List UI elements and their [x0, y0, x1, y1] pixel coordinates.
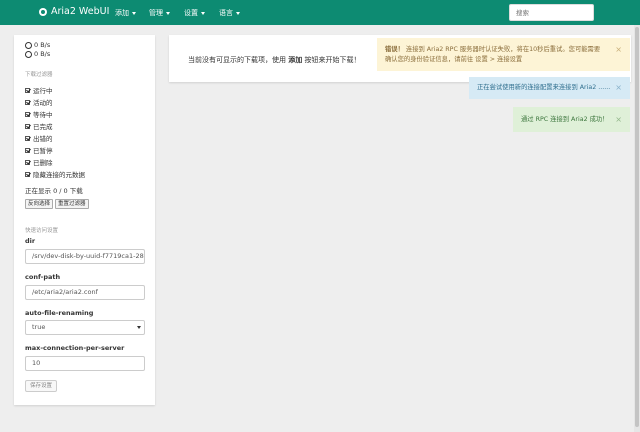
- connecting-info-toast: 正在尝试使用新的连接配置来连接到 Aria2 ...... ×: [469, 77, 630, 99]
- chevron-down-icon: [236, 11, 240, 15]
- upload-speed: 0 B/s: [25, 50, 50, 58]
- search-input[interactable]: [509, 4, 594, 21]
- filter-active[interactable]: 活动的: [25, 97, 53, 107]
- filter-label: 已完成: [33, 123, 53, 131]
- message-text: 按钮来开始下载！: [304, 56, 361, 64]
- filter-hide-metadata[interactable]: 隐藏连接的元数据: [25, 169, 85, 179]
- success-text: 通过 RPC 连接到 Aria2 成功！: [521, 116, 609, 123]
- warning-line-2: 确认您的身份验证信息，请前往 设置 > 连接设置: [385, 56, 523, 63]
- sidebar: 0 B/s 0 B/s 下载过滤器 运行中 活动的 等待中 已完成 出错的 已暂…: [14, 35, 155, 405]
- filter-section-title: 下载过滤器: [25, 72, 53, 78]
- filter-paused[interactable]: 已暂停: [25, 145, 53, 155]
- download-arrow-icon: [25, 41, 32, 49]
- empty-downloads-message: 当前没有可显示的下载项，使用 添加 按钮来开始下载！: [188, 55, 360, 65]
- filter-waiting[interactable]: 等待中: [25, 109, 53, 119]
- option-label: conf-path: [25, 273, 61, 281]
- download-speed-value: 0 B/s: [34, 41, 51, 49]
- auto-file-renaming-select[interactable]: true: [25, 320, 145, 335]
- filter-label: 出错的: [33, 135, 53, 143]
- max-connection-input[interactable]: 10: [25, 356, 145, 371]
- dir-input[interactable]: /srv/dev-disk-by-uuid-f7719ca1-28(: [25, 249, 145, 264]
- checkbox-checked-icon[interactable]: [25, 123, 30, 129]
- reverse-selection-button[interactable]: 反向选择: [25, 199, 54, 209]
- filter-label: 已暂停: [33, 147, 53, 155]
- filter-label: 等待中: [33, 111, 53, 119]
- menu-add[interactable]: 添加: [115, 8, 136, 18]
- reset-filter-button[interactable]: 重置过滤器: [55, 199, 89, 209]
- chevron-down-icon: [166, 11, 170, 15]
- option-label: dir: [25, 237, 36, 245]
- chevron-down-icon: [201, 11, 205, 15]
- checkbox-checked-icon[interactable]: [25, 159, 30, 165]
- filter-label: 活动的: [33, 99, 53, 107]
- info-text: 正在尝试使用新的连接配置来连接到 Aria2 ......: [477, 84, 611, 91]
- checkbox-checked-icon[interactable]: [25, 87, 30, 93]
- menu-manage[interactable]: 管理: [149, 8, 170, 18]
- conf-path-input[interactable]: /etc/aria2/aria2.conf: [25, 285, 145, 300]
- scrollbar-thumb[interactable]: [635, 27, 639, 427]
- close-icon[interactable]: ×: [615, 77, 622, 99]
- warning-line-1: 错误！ 连接到 Aria2 RPC 服务器时认证失败，将在10秒后重试。您可能需…: [385, 45, 622, 55]
- warning-title: 错误！: [385, 46, 404, 53]
- checkbox-checked-icon[interactable]: [25, 111, 30, 117]
- menu-settings-label: 设置: [184, 9, 198, 17]
- filter-error[interactable]: 出错的: [25, 133, 53, 143]
- brand-link[interactable]: Aria2 WebUI: [39, 6, 109, 17]
- filter-running[interactable]: 运行中: [25, 85, 53, 95]
- upload-arrow-icon: [25, 50, 32, 58]
- close-icon[interactable]: ×: [615, 107, 622, 132]
- checkbox-checked-icon[interactable]: [25, 147, 30, 153]
- showing-count: 正在显示 0 / 0 下载: [25, 187, 83, 195]
- top-navbar: Aria2 WebUI 添加 管理 设置 语言: [0, 0, 640, 25]
- auth-error-toast: 错误！ 连接到 Aria2 RPC 服务器时认证失败，将在10秒后重试。您可能需…: [377, 38, 630, 71]
- filter-label: 运行中: [33, 87, 53, 95]
- message-add-keyword: 添加: [288, 56, 303, 64]
- quick-settings-title: 快速访问设置: [25, 228, 59, 234]
- menu-settings[interactable]: 设置: [184, 8, 205, 18]
- connected-success-toast: 通过 RPC 连接到 Aria2 成功！ ×: [513, 107, 630, 132]
- chevron-down-icon: [132, 11, 136, 15]
- filter-label: 已删除: [33, 159, 53, 167]
- filter-label: 隐藏连接的元数据: [33, 171, 85, 179]
- message-text: 当前没有可显示的下载项，使用: [188, 56, 286, 64]
- save-settings-button[interactable]: 保存设置: [25, 380, 58, 392]
- option-label: auto-file-renaming: [25, 309, 94, 317]
- option-label: max-connection-per-server: [25, 344, 125, 352]
- dropdown-arrow-icon: [137, 326, 141, 329]
- checkbox-checked-icon[interactable]: [25, 135, 30, 141]
- filter-complete[interactable]: 已完成: [25, 121, 53, 131]
- menu-add-label: 添加: [115, 9, 129, 17]
- filter-removed[interactable]: 已删除: [25, 157, 53, 167]
- menu-language[interactable]: 语言: [219, 8, 240, 18]
- checkbox-checked-icon[interactable]: [25, 171, 30, 177]
- brand-title: Aria2 WebUI: [51, 6, 110, 17]
- aria2-logo-icon: [39, 7, 47, 16]
- menu-manage-label: 管理: [149, 9, 163, 17]
- select-value: true: [32, 323, 46, 331]
- page-scrollbar[interactable]: [634, 25, 640, 432]
- warning-text: 连接到 Aria2 RPC 服务器时认证失败，将在10秒后重试。您可能需要: [405, 46, 601, 53]
- checkbox-checked-icon[interactable]: [25, 99, 30, 105]
- close-icon[interactable]: ×: [615, 45, 622, 55]
- download-speed: 0 B/s: [25, 41, 50, 49]
- menu-language-label: 语言: [219, 9, 233, 17]
- upload-speed-value: 0 B/s: [34, 50, 51, 58]
